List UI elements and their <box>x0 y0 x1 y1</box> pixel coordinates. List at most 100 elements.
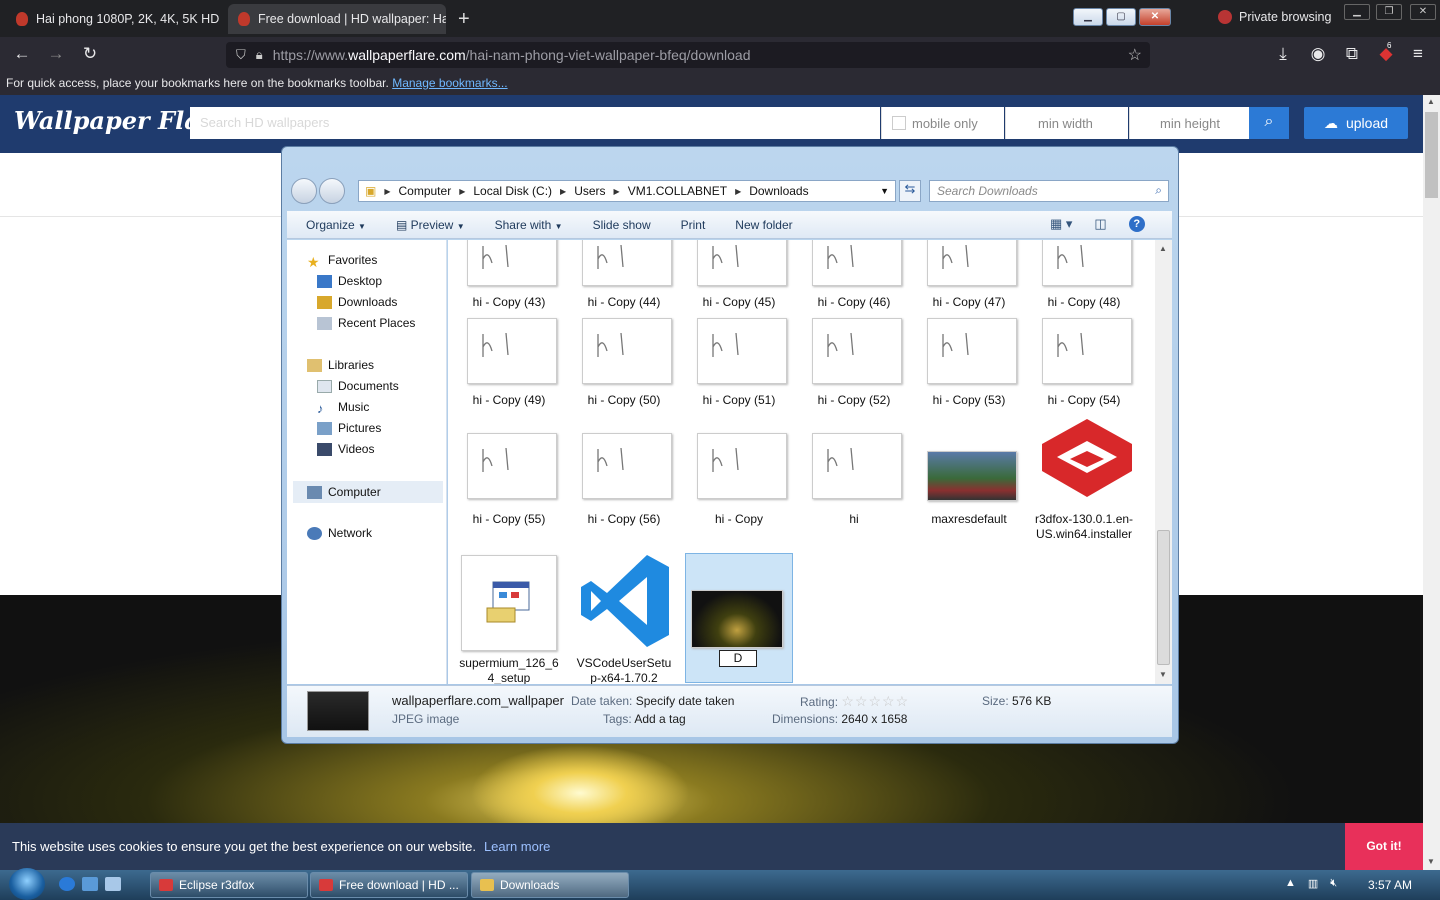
close-window-button[interactable]: ✕ <box>1410 4 1436 20</box>
print-button[interactable]: Print <box>681 218 706 232</box>
share-with-menu[interactable]: Share with ▼ <box>495 218 563 232</box>
explorer-search-input[interactable]: Search Downloads ⌕ <box>929 180 1169 202</box>
learn-more-link[interactable]: Learn more <box>484 839 550 854</box>
nav-documents[interactable]: Documents <box>317 379 399 393</box>
taskbar-item-r3dfox[interactable]: Eclipse r3dfox <box>150 872 308 898</box>
upload-button[interactable]: ☁ upload <box>1304 107 1408 139</box>
preview-pane-icon[interactable]: ◫ <box>1094 216 1106 232</box>
explorer-forward-button[interactable] <box>319 178 345 204</box>
breadcrumb-chevron-icon: ▶ <box>384 186 391 196</box>
pictures-icon <box>317 421 332 435</box>
min-height-input[interactable]: min height <box>1129 107 1249 139</box>
account-icon[interactable]: ◉ <box>1307 44 1329 64</box>
nav-desktop[interactable]: Desktop <box>317 274 382 288</box>
bookmark-star-icon[interactable]: ☆ <box>1128 45 1142 65</box>
tags-value[interactable]: Add a tag <box>634 712 685 726</box>
explorer-back-button[interactable] <box>291 178 317 204</box>
organize-label: Organize <box>306 217 355 232</box>
handwriting-thumbnail <box>467 318 557 384</box>
downloads-icon[interactable]: ⤓ <box>1272 44 1294 64</box>
explorer-minimize-button[interactable]: ▁ <box>1073 8 1103 26</box>
tray-expand-icon[interactable]: ▲ <box>1285 877 1296 890</box>
tab-hai-phong[interactable]: Hai phong 1080P, 2K, 4K, 5K HD ✕ <box>6 4 220 34</box>
show-desktop-icon[interactable] <box>82 877 98 891</box>
nav-network[interactable]: Network <box>307 526 372 540</box>
breadcrumb-downloads[interactable]: Downloads <box>749 184 808 198</box>
explorer-refresh-button[interactable]: ⇆ <box>899 180 921 202</box>
scroll-down-icon[interactable]: ▼ <box>1427 857 1435 866</box>
organize-menu[interactable]: Organize ▼ <box>306 218 366 232</box>
new-folder-button[interactable]: New folder <box>735 218 792 232</box>
file-name: hi - Copy (55) <box>472 512 546 526</box>
site-search-input[interactable]: Search HD wallpapers <box>190 107 880 139</box>
manage-bookmarks-link[interactable]: Manage bookmarks... <box>392 76 507 90</box>
minimize-button[interactable]: ▁ <box>1344 4 1370 20</box>
explorer-address-bar[interactable]: ▣ ▶ Computer ▶ Local Disk (C:) ▶ Users ▶… <box>358 180 896 202</box>
site-search-button[interactable]: ⌕ <box>1249 107 1289 139</box>
nav-downloads[interactable]: Downloads <box>317 295 397 309</box>
scroll-up-icon[interactable]: ▲ <box>1427 97 1435 106</box>
page-scrollbar-thumb[interactable] <box>1425 112 1438 198</box>
tab-free-download[interactable]: Free download | HD wallpaper: Ha ✕ <box>228 4 446 34</box>
new-tab-icon[interactable]: + <box>458 8 470 31</box>
explorer-close-button[interactable]: ✕ <box>1139 8 1171 26</box>
nav-libraries[interactable]: Libraries <box>307 358 374 372</box>
nav-recent-places[interactable]: Recent Places <box>317 316 415 330</box>
help-icon[interactable]: ? <box>1128 216 1145 232</box>
file-name: maxresdefault <box>931 512 1007 526</box>
menu-icon[interactable]: ≡ <box>1407 44 1429 64</box>
breadcrumb-local-disk[interactable]: Local Disk (C:) <box>473 184 552 198</box>
nav-computer[interactable]: Computer <box>293 481 443 503</box>
nav-videos[interactable]: Videos <box>317 442 374 456</box>
min-width-input[interactable]: min width <box>1005 107 1128 139</box>
share-label: Share with <box>494 217 552 232</box>
slide-show-button[interactable]: Slide show <box>593 218 651 232</box>
rating-stars[interactable]: ☆☆☆☆☆ <box>841 693 909 709</box>
cloud-upload-icon: ☁ <box>1323 114 1338 131</box>
nav-pictures[interactable]: Pictures <box>317 421 381 435</box>
nav-music[interactable]: ♪ Music <box>317 400 369 416</box>
ie-icon[interactable] <box>59 877 75 891</box>
nav-favorites[interactable]: ★ Favorites <box>307 253 377 270</box>
network-tray-icon[interactable]: ▥ <box>1308 877 1318 890</box>
restore-button[interactable]: ❐ <box>1376 4 1402 20</box>
date-taken-label: Date taken: <box>571 694 633 708</box>
address-dropdown-icon[interactable]: ▼ <box>880 186 889 196</box>
file-item[interactable]: D <box>685 553 793 683</box>
switch-windows-icon[interactable] <box>105 877 121 891</box>
preview-menu[interactable]: ▤ Preview ▼ <box>396 218 465 232</box>
tracking-shield-icon[interactable]: ⛉ <box>236 47 246 63</box>
mobile-only-checkbox[interactable]: mobile only <box>881 107 1004 139</box>
start-button[interactable] <box>9 868 45 900</box>
extension-badge: 6 <box>1387 41 1392 50</box>
page-scrollbar[interactable] <box>1423 95 1440 870</box>
nav-label: Libraries <box>328 358 375 372</box>
date-taken-value[interactable]: Specify date taken <box>636 694 735 708</box>
explorer-maximize-button[interactable]: ▢ <box>1106 8 1136 26</box>
file-name: hi - Copy (52) <box>817 393 891 407</box>
scroll-down-icon[interactable]: ▼ <box>1159 670 1167 679</box>
back-icon[interactable]: ← <box>11 44 33 64</box>
volume-muted-icon[interactable]: 🔇︎ <box>1330 877 1337 890</box>
extensions-icon[interactable]: ⧉ <box>1341 44 1363 64</box>
breadcrumb-user[interactable]: VM1.COLLABNET <box>628 184 727 198</box>
ublock-icon[interactable]: ◆ <box>1375 44 1397 64</box>
taskbar-item-free-download[interactable]: Free download | HD ... <box>310 872 468 898</box>
scroll-up-icon[interactable]: ▲ <box>1159 244 1167 253</box>
breadcrumb-users[interactable]: Users <box>574 184 605 198</box>
dimensions-value: 2640 x 1658 <box>841 712 908 726</box>
music-icon: ♪ <box>317 400 324 416</box>
file-list-scrollbar-thumb[interactable] <box>1157 530 1170 665</box>
breadcrumb-computer[interactable]: Computer <box>399 184 452 198</box>
file-name: hi - Copy (47) <box>932 295 1006 309</box>
taskbar-item-downloads[interactable]: Downloads <box>471 872 629 898</box>
lock-icon[interactable]: 🔒︎ <box>256 47 263 63</box>
reload-icon[interactable]: ↻ <box>79 44 101 64</box>
taskbar-clock[interactable]: 3:57 AM <box>1368 878 1412 892</box>
url-bar[interactable]: ⛉ 🔒︎ https://www.wallpaperflare.com/hai-… <box>226 42 1150 68</box>
file-name: hi - Copy (48) <box>1047 295 1121 309</box>
checkbox-icon[interactable] <box>892 116 906 130</box>
cookie-accept-button[interactable]: Got it! <box>1345 823 1423 870</box>
forward-icon[interactable]: → <box>45 44 67 64</box>
change-view-icon[interactable]: ▦ ▾ <box>1050 216 1072 232</box>
